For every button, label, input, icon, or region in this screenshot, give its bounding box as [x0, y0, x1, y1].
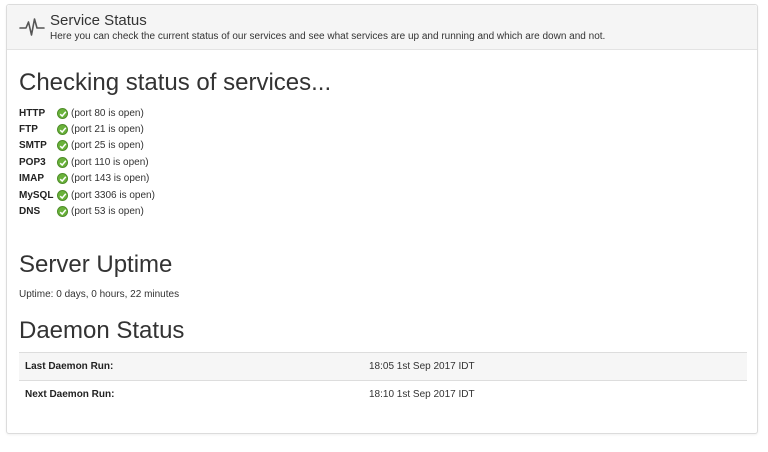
service-status: (port 21 is open) — [71, 124, 144, 136]
check-circle-icon — [57, 206, 68, 218]
service-status: (port 110 is open) — [71, 156, 149, 168]
check-circle-icon — [57, 124, 68, 136]
service-status-panel: Service Status Here you can check the cu… — [6, 4, 758, 434]
service-row-dns: DNS (port 53 is open) — [19, 203, 155, 219]
uptime-heading: Server Uptime — [19, 251, 173, 278]
page-title: Service Status — [50, 12, 147, 29]
check-circle-icon — [57, 140, 68, 152]
daemon-next-run-label: Next Daemon Run: — [19, 380, 363, 408]
service-name: POP3 — [19, 156, 46, 168]
service-name: HTTP — [19, 107, 46, 119]
check-circle-icon — [57, 107, 68, 119]
service-status: (port 143 is open) — [71, 173, 150, 185]
service-name: DNS — [19, 206, 41, 218]
check-circle-icon — [57, 173, 68, 185]
daemon-next-run-value: 18:10 1st Sep 2017 IDT — [363, 380, 747, 408]
pulse-icon — [19, 15, 45, 39]
service-row-imap: IMAP (port 143 is open) — [19, 171, 155, 187]
service-row-pop3: POP3 (port 110 is open) — [19, 154, 155, 170]
daemon-last-run-label: Last Daemon Run: — [19, 352, 363, 381]
table-row: Next Daemon Run: 18:10 1st Sep 2017 IDT — [19, 380, 747, 408]
service-row-mysql: MySQL (port 3306 is open) — [19, 187, 155, 203]
service-status: (port 80 is open) — [71, 107, 144, 119]
daemon-status-table: Last Daemon Run: 18:05 1st Sep 2017 IDT … — [19, 352, 747, 408]
page-subtitle: Here you can check the current status of… — [50, 31, 606, 42]
service-status: (port 53 is open) — [71, 206, 144, 218]
daemon-heading: Daemon Status — [19, 317, 185, 344]
service-name: IMAP — [19, 173, 44, 185]
check-circle-icon — [57, 156, 68, 168]
table-row: Last Daemon Run: 18:05 1st Sep 2017 IDT — [19, 352, 747, 381]
daemon-last-run-value: 18:05 1st Sep 2017 IDT — [363, 352, 747, 381]
service-status: (port 25 is open) — [71, 140, 144, 152]
uptime-text: Uptime: 0 days, 0 hours, 22 minutes — [19, 289, 180, 300]
service-row-smtp: SMTP (port 25 is open) — [19, 138, 155, 154]
check-circle-icon — [57, 189, 68, 201]
services-heading: Checking status of services... — [19, 69, 332, 96]
services-list: HTTP (port 80 is open) FTP (port 21 is o… — [19, 105, 155, 220]
service-name: MySQL — [19, 189, 54, 201]
service-name: SMTP — [19, 140, 47, 152]
service-status: (port 3306 is open) — [71, 189, 155, 201]
service-name: FTP — [19, 124, 38, 136]
panel-header: Service Status Here you can check the cu… — [7, 5, 757, 50]
service-row-http: HTTP (port 80 is open) — [19, 105, 155, 121]
service-row-ftp: FTP (port 21 is open) — [19, 121, 155, 137]
